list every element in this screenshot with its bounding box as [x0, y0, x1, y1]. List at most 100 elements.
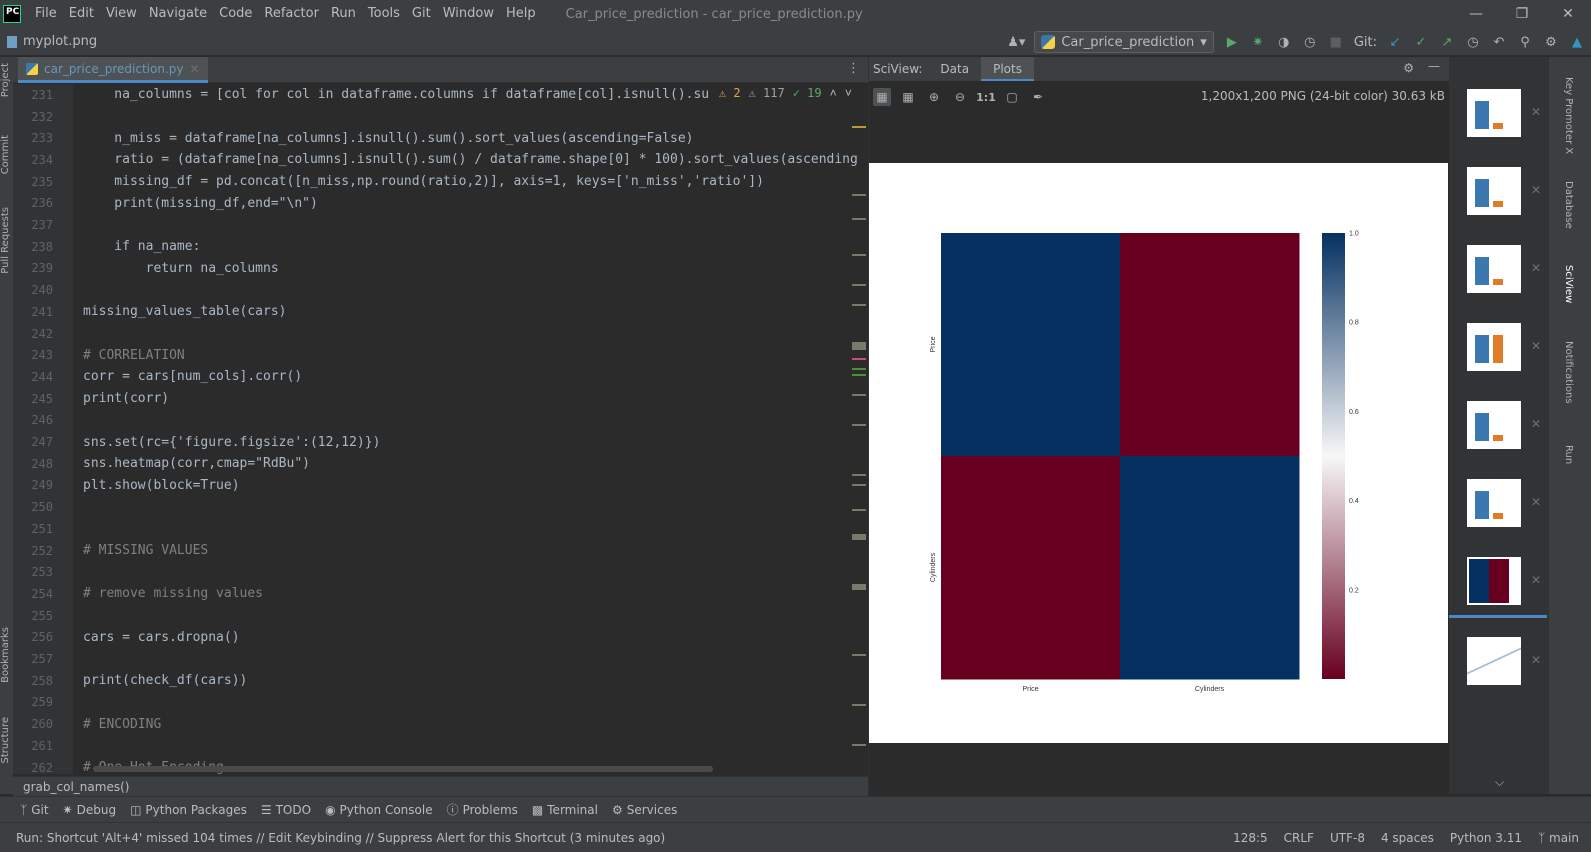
code-line[interactable]: 234 ratio = (dataframe[na_columns].isnul… — [13, 149, 868, 171]
plot-thumbnail[interactable] — [1467, 479, 1521, 527]
menu-window[interactable]: Window — [437, 0, 500, 28]
code-line[interactable]: 239 return na_columns — [13, 258, 868, 280]
debug-icon[interactable]: ✷ — [1250, 34, 1266, 50]
color-picker-icon[interactable]: ✒ — [1029, 88, 1047, 106]
menu-navigate[interactable]: Navigate — [143, 0, 213, 28]
inspection-widget[interactable]: ⚠ 2 ⚠ 117 ✓ 19 ˄ ˅ — [714, 86, 856, 101]
close-thumbnail-icon[interactable]: ✕ — [1531, 653, 1541, 667]
problems-tool-window[interactable]: ⓘ Problems — [447, 801, 518, 818]
close-thumbnail-icon[interactable]: ✕ — [1531, 105, 1541, 119]
code-line[interactable]: 238 if na_name: — [13, 236, 868, 258]
code-line[interactable]: 242 — [13, 323, 868, 345]
menu-file[interactable]: File — [29, 0, 63, 28]
more-vertical-icon[interactable]: ⋮ — [847, 61, 860, 76]
code-line[interactable]: 243 # CORRELATION — [13, 344, 868, 366]
git-push-icon[interactable]: ↗ — [1439, 34, 1455, 50]
close-thumbnail-icon[interactable]: ✕ — [1531, 261, 1541, 275]
run-tool-button[interactable]: Run — [1563, 445, 1574, 464]
actual-size-button[interactable]: 1:1 — [976, 88, 996, 106]
terminal-tool-window[interactable]: ▩ Terminal — [532, 803, 598, 817]
database-tool-button[interactable]: Database — [1563, 181, 1574, 229]
fit-zoom-icon[interactable]: ▦ — [873, 88, 891, 106]
search-icon[interactable]: ⚲ — [1517, 34, 1533, 50]
menu-tools[interactable]: Tools — [362, 0, 406, 28]
file-encoding[interactable]: UTF-8 — [1330, 831, 1365, 845]
plot-thumbnail[interactable] — [1467, 557, 1521, 605]
git-branch[interactable]: ᛉ main — [1538, 831, 1579, 845]
code-line[interactable]: 232 — [13, 106, 868, 128]
code-breadcrumb[interactable]: grab_col_names() — [13, 776, 868, 796]
services-tool-window[interactable]: ⚙ Services — [612, 803, 677, 817]
code-line[interactable]: 252 # MISSING VALUES — [13, 540, 868, 562]
git-commit-icon[interactable]: ✓ — [1413, 34, 1429, 50]
code-line[interactable]: 255 — [13, 605, 868, 627]
plot-thumbnail[interactable] — [1467, 323, 1521, 371]
close-tab-icon[interactable]: ✕ — [190, 62, 200, 76]
git-tool-window[interactable]: ᛉ Git — [20, 803, 49, 817]
plot-thumbnail[interactable] — [1467, 245, 1521, 293]
plot-thumbnail[interactable] — [1467, 167, 1521, 215]
git-rollback-icon[interactable]: ↶ — [1491, 34, 1507, 50]
plot-thumbnail[interactable] — [1467, 89, 1521, 137]
close-thumbnail-icon[interactable]: ✕ — [1531, 417, 1541, 431]
close-thumbnail-icon[interactable]: ✕ — [1531, 495, 1541, 509]
fit-window-icon[interactable]: ▢ — [1003, 88, 1021, 106]
pull-requests-tool-button[interactable]: Pull Requests — [0, 207, 13, 274]
menu-edit[interactable]: Edit — [63, 0, 100, 28]
git-history-icon[interactable]: ◷ — [1465, 34, 1481, 50]
code-line[interactable]: 237 — [13, 214, 868, 236]
menu-view[interactable]: View — [100, 0, 143, 28]
git-update-icon[interactable]: ↙ — [1387, 34, 1403, 50]
close-thumbnail-icon[interactable]: ✕ — [1531, 339, 1541, 353]
horizontal-scrollbar[interactable] — [93, 766, 713, 772]
code-line[interactable]: 250 — [13, 496, 868, 518]
code-editor[interactable]: 231 na_columns = [col for col in datafra… — [13, 84, 868, 774]
python-console-tool-window[interactable]: ◉ Python Console — [325, 803, 433, 817]
tab-data[interactable]: Data — [928, 57, 981, 81]
menu-git[interactable]: Git — [406, 0, 437, 28]
zoom-out-icon[interactable]: ⊖ — [951, 88, 969, 106]
grid-icon[interactable]: ▦ — [899, 88, 917, 106]
code-line[interactable]: 244 corr = cars[num_cols].corr() — [13, 366, 868, 388]
sciview-tool-button[interactable]: SciView — [1563, 265, 1574, 303]
caret-position[interactable]: 128:5 — [1233, 831, 1268, 845]
code-line[interactable]: 235 missing_df = pd.concat([n_miss,np.ro… — [13, 171, 868, 193]
chevron-up-icon[interactable]: ˄ — [830, 86, 837, 101]
debug-tool-window[interactable]: ✷ Debug — [63, 803, 117, 817]
code-line[interactable]: 254 # remove missing values — [13, 583, 868, 605]
nav-file-breadcrumb[interactable]: myplot.png — [23, 34, 97, 49]
jetbrains-toolbox-icon[interactable]: ▲ — [1569, 34, 1585, 50]
notifications-tool-button[interactable]: Notifications — [1563, 341, 1574, 404]
commit-tool-button[interactable]: Commit — [0, 135, 13, 174]
code-line[interactable]: 261 — [13, 735, 868, 757]
menu-code[interactable]: Code — [213, 0, 258, 28]
line-separator[interactable]: CRLF — [1284, 831, 1314, 845]
code-line[interactable]: 253 — [13, 561, 868, 583]
code-line[interactable]: 248 sns.heatmap(corr,cmap="RdBu") — [13, 453, 868, 475]
code-line[interactable]: 251 — [13, 518, 868, 540]
tab-car-price-prediction[interactable]: car_price_prediction.py ✕ — [18, 57, 208, 83]
python-interpreter[interactable]: Python 3.11 — [1450, 831, 1522, 845]
structure-tool-button[interactable]: Structure — [0, 717, 13, 764]
restore-window-button[interactable]: ❐ — [1499, 0, 1545, 28]
coverage-icon[interactable]: ◑ — [1276, 34, 1292, 50]
error-stripe[interactable] — [852, 124, 866, 764]
zoom-in-icon[interactable]: ⊕ — [925, 88, 943, 106]
minimize-panel-icon[interactable]: — — [1428, 59, 1440, 73]
plot-thumbnail[interactable] — [1467, 637, 1521, 685]
code-line[interactable]: 247 sns.set(rc={'figure.figsize':(12,12)}… — [13, 431, 868, 453]
code-line[interactable]: 256 cars = cars.dropna() — [13, 627, 868, 649]
code-line[interactable]: 233 n_miss = dataframe[na_columns].isnul… — [13, 127, 868, 149]
gear-icon[interactable]: ⚙ — [1403, 61, 1414, 75]
minimize-window-button[interactable]: — — [1453, 0, 1499, 28]
plot-thumbnail[interactable] — [1467, 401, 1521, 449]
run-icon[interactable]: ▶ — [1224, 34, 1240, 50]
code-line[interactable]: 236 print(missing_df,end="\n") — [13, 193, 868, 215]
profile-icon[interactable]: ◷ — [1302, 34, 1318, 50]
key-promoter-tool-button[interactable]: Key Promoter X — [1563, 77, 1574, 154]
close-thumbnail-icon[interactable]: ✕ — [1531, 573, 1541, 587]
todo-tool-window[interactable]: ☰ TODO — [261, 803, 311, 817]
project-tool-button[interactable]: Project — [0, 63, 13, 97]
close-thumbnail-icon[interactable]: ✕ — [1531, 183, 1541, 197]
tab-plots[interactable]: Plots — [981, 57, 1034, 81]
